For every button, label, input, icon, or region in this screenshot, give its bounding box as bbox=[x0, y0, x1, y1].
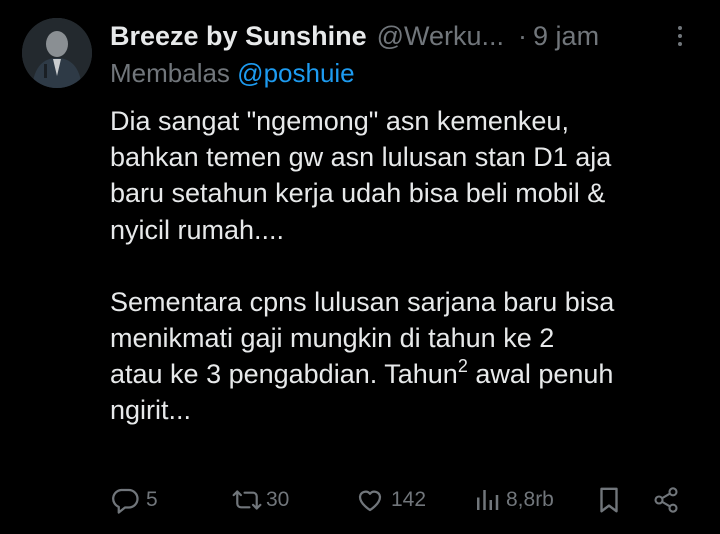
timestamp[interactable]: 9 jam bbox=[533, 21, 599, 52]
tweet-text: Dia sangat "ngemong" asn kemenkeu, bahka… bbox=[110, 103, 710, 429]
avatar[interactable] bbox=[22, 18, 92, 88]
like-count: 142 bbox=[391, 488, 427, 511]
tweet-paragraph-1: Dia sangat "ngemong" asn kemenkeu, bahka… bbox=[110, 103, 710, 248]
like-button[interactable]: 142 bbox=[355, 480, 426, 520]
views-count: 8,8rb bbox=[506, 488, 554, 511]
separator-dot: · bbox=[518, 20, 528, 51]
bookmark-button[interactable] bbox=[596, 480, 622, 520]
tweet-line: ngirit... bbox=[110, 395, 192, 426]
author-name[interactable]: Breeze by Sunshine bbox=[110, 21, 367, 52]
repost-button[interactable]: 30 bbox=[230, 480, 289, 520]
tweet-line: bahkan temen gw asn lulusan stan D1 aja bbox=[110, 142, 612, 173]
tweet-header: Breeze by Sunshine @Werku... · 9 jam bbox=[110, 18, 700, 54]
repost-count: 30 bbox=[266, 488, 290, 511]
action-bar: 5 30 142 8,8rb bbox=[110, 480, 690, 520]
avatar-image bbox=[22, 18, 92, 88]
like-icon bbox=[355, 485, 385, 515]
repost-icon bbox=[230, 485, 264, 515]
replying-to: Membalas @poshuie bbox=[110, 58, 355, 89]
share-icon bbox=[652, 485, 680, 515]
tweet-line: Sementara cpns lulusan sarjana baru bisa bbox=[110, 286, 615, 317]
reply-button[interactable]: 5 bbox=[110, 480, 158, 520]
tweet-line: baru setahun kerja udah bisa beli mobil … bbox=[110, 178, 606, 209]
tweet-line: awal penuh bbox=[467, 359, 614, 390]
reply-count: 5 bbox=[146, 488, 158, 511]
tweet-paragraph-2: Sementara cpns lulusan sarjana baru bisa… bbox=[110, 284, 710, 429]
superscript-two: 2 bbox=[457, 356, 468, 377]
replying-to-label: Membalas bbox=[110, 58, 230, 88]
bookmark-icon bbox=[596, 485, 622, 515]
share-button[interactable] bbox=[652, 480, 680, 520]
tweet-line: Dia sangat "ngemong" asn kemenkeu, bbox=[110, 106, 569, 136]
tweet-line: atau ke 3 pengabdian. Tahun bbox=[110, 359, 458, 390]
tweet-line: nyicil rumah.... bbox=[110, 214, 285, 245]
reply-icon bbox=[110, 485, 140, 515]
more-icon[interactable] bbox=[668, 22, 692, 50]
views-icon bbox=[474, 485, 500, 515]
views-button[interactable]: 8,8rb bbox=[474, 480, 554, 520]
tweet-line: menikmati gaji mungkin di tahun ke 2 bbox=[110, 323, 555, 354]
author-handle[interactable]: @Werku... bbox=[377, 21, 504, 52]
replying-to-mention[interactable]: @poshuie bbox=[237, 58, 354, 88]
